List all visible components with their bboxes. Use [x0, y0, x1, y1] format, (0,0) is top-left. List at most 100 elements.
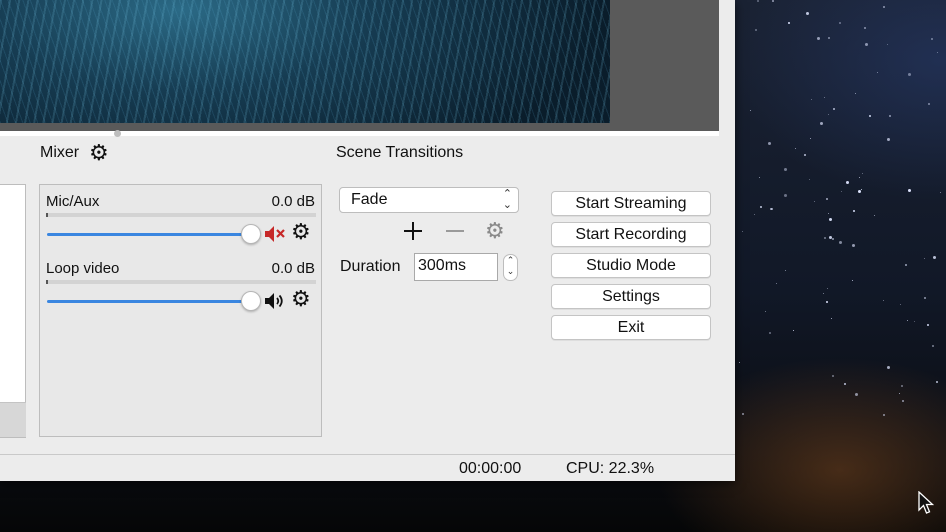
- star: [827, 213, 829, 215]
- volume-slider[interactable]: [47, 300, 252, 303]
- star: [808, 179, 810, 181]
- star: [904, 264, 907, 267]
- star: [770, 207, 773, 210]
- star: [869, 115, 872, 118]
- start-recording-button[interactable]: Start Recording: [551, 222, 711, 247]
- star: [816, 37, 820, 41]
- scene-transitions-title: Scene Transitions: [336, 144, 464, 161]
- star: [828, 113, 830, 115]
- exit-button[interactable]: Exit: [551, 315, 711, 340]
- star: [940, 191, 942, 193]
- preview-video: [0, 0, 610, 123]
- gear-icon[interactable]: ⚙: [89, 142, 109, 164]
- star: [883, 413, 886, 416]
- channel-name: Mic/Aux: [46, 193, 100, 210]
- star: [793, 329, 795, 331]
- star: [873, 214, 875, 216]
- splitter-handle[interactable]: [114, 130, 121, 137]
- duration-stepper[interactable]: ⌃ ⌄: [503, 254, 518, 281]
- speaker-muted-icon[interactable]: [264, 224, 286, 248]
- star: [886, 137, 890, 141]
- sources-toolbar: [0, 402, 26, 437]
- star: [851, 280, 853, 282]
- recording-time: 00:00:00: [459, 460, 522, 477]
- duration-input[interactable]: 300ms: [414, 253, 498, 281]
- star: [907, 319, 909, 321]
- speaker-icon[interactable]: [264, 291, 286, 315]
- star: [936, 380, 939, 383]
- star: [742, 230, 744, 232]
- sources-list[interactable]: [0, 184, 26, 438]
- plus-icon[interactable]: [402, 220, 424, 246]
- channel-level: 0.0 dB: [271, 260, 315, 277]
- star: [914, 321, 916, 323]
- status-bar: 00:00:00 CPU: 22.3%: [0, 454, 735, 481]
- star: [927, 102, 930, 105]
- star: [858, 176, 860, 178]
- star: [838, 241, 842, 245]
- star: [754, 29, 757, 32]
- start-streaming-button[interactable]: Start Streaming: [551, 191, 711, 216]
- star: [819, 122, 823, 126]
- star: [738, 361, 740, 363]
- star: [805, 11, 809, 15]
- minus-icon[interactable]: [444, 220, 466, 246]
- star: [810, 137, 812, 139]
- gear-icon[interactable]: ⚙: [485, 220, 505, 242]
- gear-icon[interactable]: ⚙: [291, 288, 311, 310]
- star: [833, 108, 836, 111]
- star: [908, 189, 912, 193]
- star: [830, 317, 832, 319]
- star: [876, 72, 878, 74]
- star: [753, 214, 755, 216]
- volume-slider[interactable]: [47, 233, 252, 236]
- star: [826, 288, 828, 290]
- star: [887, 365, 891, 369]
- star: [908, 72, 912, 76]
- preview-area: [0, 0, 719, 131]
- star: [742, 412, 745, 415]
- star: [843, 383, 846, 385]
- star: [899, 304, 901, 306]
- mixer-title: Mixer: [40, 144, 80, 161]
- star: [931, 345, 934, 348]
- star: [775, 282, 777, 284]
- star: [768, 141, 772, 145]
- star: [931, 38, 934, 41]
- star: [828, 217, 832, 221]
- gear-icon[interactable]: ⚙: [291, 221, 311, 243]
- volume-slider-knob[interactable]: [241, 224, 261, 244]
- star: [823, 96, 825, 98]
- star: [852, 209, 855, 212]
- star: [839, 22, 842, 25]
- volume-meter: [46, 213, 316, 217]
- volume-meter: [46, 280, 316, 284]
- star: [887, 44, 889, 46]
- star: [899, 393, 901, 395]
- star: [769, 332, 772, 335]
- mixer-panel: Mic/Aux 0.0 dB ⚙ Loop video 0.0 dB ⚙: [39, 184, 322, 437]
- transition-select[interactable]: Fade ⌃ ⌄: [339, 187, 519, 213]
- star: [900, 385, 903, 388]
- star: [783, 167, 787, 171]
- star: [840, 190, 842, 192]
- star: [757, 0, 760, 3]
- star: [861, 189, 863, 190]
- star: [882, 5, 885, 8]
- mouse-pointer-icon: [918, 490, 935, 520]
- star: [758, 177, 760, 179]
- star: [861, 172, 863, 174]
- studio-mode-button[interactable]: Studio Mode: [551, 253, 711, 278]
- star: [889, 114, 892, 117]
- star: [787, 21, 790, 24]
- volume-slider-knob[interactable]: [241, 291, 261, 311]
- channel-name: Loop video: [46, 260, 120, 277]
- star: [822, 292, 824, 294]
- settings-button[interactable]: Settings: [551, 284, 711, 309]
- star: [826, 197, 829, 200]
- star: [831, 375, 834, 378]
- star: [825, 301, 828, 304]
- star: [865, 42, 869, 46]
- star: [882, 300, 884, 302]
- cpu-usage: CPU: 22.3%: [566, 460, 655, 477]
